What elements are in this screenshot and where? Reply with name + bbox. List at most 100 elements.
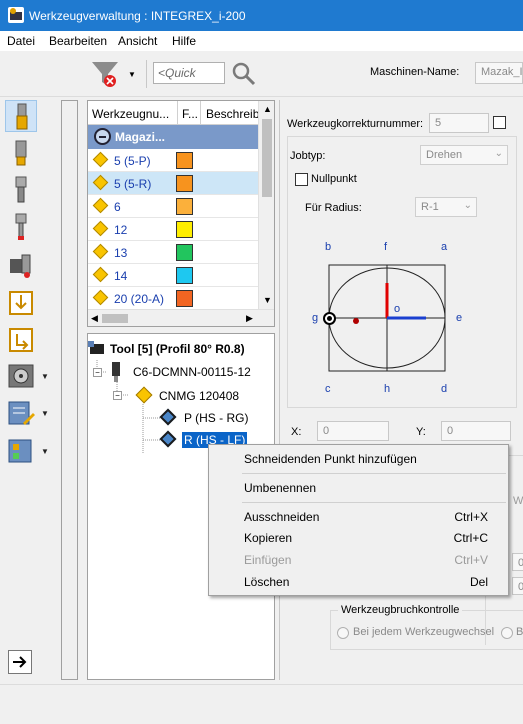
- table-row[interactable]: 6: [88, 195, 258, 218]
- point-c[interactable]: c: [325, 383, 331, 395]
- point-a[interactable]: a: [441, 241, 447, 253]
- export-tool-icon[interactable]: [5, 323, 37, 355]
- magazine-group-label: Magazi...: [115, 130, 166, 144]
- chevron-down-icon: ⌄: [463, 200, 472, 211]
- ctx-paste[interactable]: Einfügen Ctrl+V: [209, 549, 508, 571]
- y-field[interactable]: 0: [441, 421, 511, 441]
- arrow-right-icon[interactable]: [8, 650, 32, 674]
- chevron-up-icon[interactable]: ▲: [263, 104, 272, 114]
- menu-bearbeiten[interactable]: Bearbeiten: [49, 34, 107, 48]
- collapse-toggle-icon[interactable]: −: [113, 391, 122, 400]
- table-row[interactable]: 20 (20-A): [88, 287, 258, 310]
- ctx-item-label: Einfügen: [244, 553, 292, 567]
- chevron-down-icon: ⌄: [494, 148, 503, 159]
- tool-color-swatch: [176, 290, 193, 307]
- window-title: Werkzeugverwaltung : INTEGREX_i-200: [29, 9, 246, 23]
- table-row[interactable]: 13: [88, 241, 258, 264]
- hidden-field-1[interactable]: 0.: [512, 553, 523, 571]
- ctx-cut[interactable]: Ausschneiden Ctrl+X: [209, 506, 508, 528]
- insert-diamond-icon: [92, 174, 109, 191]
- bruch-radio-1[interactable]: [337, 627, 349, 639]
- table-row[interactable]: 14: [88, 264, 258, 287]
- ctx-delete[interactable]: Löschen Del: [209, 571, 508, 593]
- tool-color-swatch: [176, 152, 193, 169]
- x-field[interactable]: 0: [317, 421, 389, 441]
- tool-grid: Werkzeugnu... F... Beschreib Magazi... 5…: [87, 100, 275, 327]
- tool-color-swatch: [176, 198, 193, 215]
- chevron-down-icon[interactable]: ▼: [41, 447, 49, 456]
- menu-hilfe[interactable]: Hilfe: [172, 34, 196, 48]
- tree-insert-label[interactable]: CNMG 120408: [159, 389, 239, 403]
- selected-point-icon[interactable]: [323, 312, 336, 325]
- scroll-thumb[interactable]: [102, 314, 128, 323]
- point-g[interactable]: g: [312, 312, 318, 324]
- chevron-down-icon[interactable]: ▼: [263, 295, 272, 305]
- radius-select[interactable]: R-1 ⌄: [415, 197, 477, 217]
- layout-icon[interactable]: [5, 435, 37, 467]
- cutting-point-diagram: b f a g o e c h d: [300, 238, 500, 398]
- korrektur-label: Werkzeugkorrekturnummer:: [287, 118, 424, 130]
- radius-value: R-1: [421, 201, 439, 213]
- magazine-icon[interactable]: [5, 360, 37, 392]
- turning-tool-icon[interactable]: [5, 249, 37, 281]
- hidden-field-2[interactable]: 0: [512, 577, 523, 595]
- table-row[interactable]: 12: [88, 218, 258, 241]
- chevron-down-icon[interactable]: ▼: [41, 372, 49, 381]
- grid-header-number[interactable]: Werkzeugnu...: [92, 107, 169, 121]
- ctx-shortcut: Ctrl+X: [454, 510, 488, 524]
- machine-name-field[interactable]: Mazak_IN: [475, 62, 523, 84]
- scroll-thumb[interactable]: [262, 119, 272, 197]
- horizontal-scrollbar[interactable]: ◀ ▶: [88, 309, 274, 326]
- tap-tool-icon[interactable]: [5, 174, 37, 206]
- point-f[interactable]: f: [384, 241, 387, 253]
- chevron-right-icon[interactable]: ▶: [246, 313, 253, 324]
- table-row[interactable]: 5 (5-P): [88, 149, 258, 172]
- korrektur-field[interactable]: 5: [429, 113, 489, 133]
- ctx-item-label: Umbenennen: [244, 481, 317, 495]
- ctx-copy[interactable]: Kopieren Ctrl+C: [209, 527, 508, 549]
- point-d[interactable]: d: [441, 383, 447, 395]
- point-o[interactable]: o: [394, 303, 400, 315]
- ctx-item-label: Kopieren: [244, 531, 293, 545]
- boring-bar-icon[interactable]: [5, 211, 37, 243]
- tool-color-swatch: [176, 267, 193, 284]
- tree-point-p-label[interactable]: P (HS - RG): [184, 411, 248, 425]
- chevron-left-icon[interactable]: ◀: [91, 313, 98, 324]
- insert-diamond-icon: [92, 151, 109, 168]
- bruch-title: Werkzeugbruchkontrolle: [338, 604, 463, 616]
- chevron-down-icon[interactable]: ▼: [41, 409, 49, 418]
- status-bar: [0, 684, 523, 724]
- toolbar-divider: [146, 60, 147, 88]
- nullpunkt-checkbox[interactable]: [295, 173, 308, 186]
- tool-number-cell: 5 (5-R): [114, 177, 152, 191]
- import-tool-icon[interactable]: [5, 286, 37, 318]
- ctx-add-cutting-point[interactable]: Schneidenden Punkt hinzufügen: [209, 448, 508, 470]
- chevron-down-icon[interactable]: ▼: [128, 70, 136, 79]
- table-row[interactable]: 5 (5-R): [88, 172, 258, 195]
- point-e[interactable]: e: [456, 312, 462, 324]
- ctx-separator: [242, 473, 506, 474]
- machine-name-label: Maschinen-Name:: [370, 66, 460, 78]
- korrektur-checkbox[interactable]: [493, 116, 506, 129]
- collapse-circle-icon[interactable]: [94, 128, 111, 145]
- list-edit-icon[interactable]: [5, 397, 37, 429]
- quick-search-input[interactable]: <Quick: [153, 62, 225, 84]
- grid-header-description[interactable]: Beschreib: [206, 107, 259, 121]
- point-h[interactable]: h: [384, 383, 390, 395]
- vertical-scrollbar[interactable]: ▲ ▼: [258, 101, 274, 309]
- collapsed-side-panel[interactable]: [61, 100, 78, 680]
- point-b[interactable]: b: [325, 241, 331, 253]
- collapse-toggle-icon[interactable]: −: [93, 368, 102, 377]
- tree-holder-label[interactable]: C6-DCMNN-00115-12: [133, 365, 251, 379]
- menu-ansicht[interactable]: Ansicht: [118, 34, 157, 48]
- jobtyp-select[interactable]: Drehen ⌄: [420, 145, 508, 165]
- ctx-rename[interactable]: Umbenennen: [209, 477, 508, 499]
- drill-holder-icon[interactable]: [5, 137, 37, 169]
- grid-header-color[interactable]: F...: [182, 107, 198, 121]
- endmill-tool-icon[interactable]: [5, 100, 37, 132]
- filter-clear-icon[interactable]: [90, 59, 120, 89]
- search-icon[interactable]: [231, 61, 257, 87]
- bruch-radio-2[interactable]: [501, 627, 513, 639]
- menu-datei[interactable]: Datei: [7, 34, 35, 48]
- magazine-group-row[interactable]: Magazi...: [88, 125, 258, 149]
